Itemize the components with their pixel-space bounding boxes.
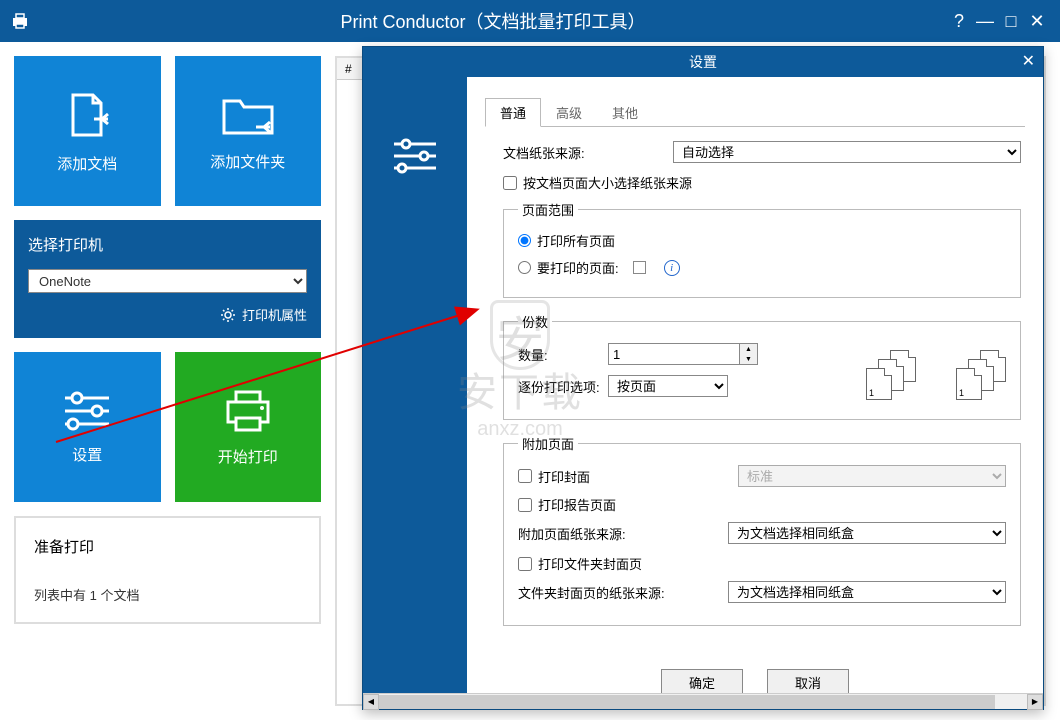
gear-icon [220, 307, 236, 323]
print-report-checkbox[interactable]: 打印报告页面 [518, 495, 1006, 514]
dialog-close-button[interactable]: ✕ [1022, 51, 1035, 71]
settings-tile[interactable]: 设置 [14, 352, 161, 502]
dialog-content: 普通 高级 其他 文档纸张来源: 自动选择 按文档页面大小选择纸张来源 页面范围 [467, 77, 1043, 709]
settings-dialog: 设置 ✕ 普通 高级 其他 文档纸张来源: 自动选择 [362, 46, 1044, 710]
status-subtitle: 列表中有 1 个文档 [34, 585, 301, 604]
printer-properties-link[interactable]: 打印机属性 [28, 305, 307, 324]
tab-general[interactable]: 普通 [485, 98, 541, 127]
app-title: Print Conductor（文档批量打印工具） [40, 8, 946, 34]
dialog-sidebar [363, 77, 467, 709]
collate-icon-1: 3 2 1 [866, 350, 916, 400]
folder-cover-source-label: 文件夹封面页的纸张来源: [518, 583, 728, 602]
printer-select[interactable]: OneNote [28, 269, 307, 293]
additional-source-select[interactable]: 为文档选择相同纸盒 [728, 522, 1006, 544]
tab-other[interactable]: 其他 [597, 98, 653, 127]
quantity-label: 数量: [518, 345, 608, 364]
page-range-fieldset: 页面范围 打印所有页面 要打印的页面: i [503, 200, 1021, 298]
print-folder-cover-checkbox[interactable]: 打印文件夹封面页 [518, 554, 1006, 573]
dialog-tabs: 普通 高级 其他 [485, 97, 1025, 127]
sliders-icon [61, 390, 113, 432]
document-icon [61, 89, 113, 141]
pages-to-print-radio[interactable]: 要打印的页面: i [518, 258, 1006, 277]
print-all-radio[interactable]: 打印所有页面 [518, 231, 1006, 250]
collate-icon-2: 3 2 1 [956, 350, 1006, 400]
folder-icon [220, 91, 276, 139]
paper-source-label: 文档纸张来源: [503, 143, 673, 162]
collate-preview: 3 2 1 3 2 1 [866, 350, 1006, 400]
scroll-right-button[interactable]: ▶ [1027, 694, 1043, 710]
info-icon[interactable]: i [664, 260, 680, 276]
cover-style-select: 标准 [738, 465, 1006, 487]
help-button[interactable]: ? [946, 8, 972, 34]
pages-input[interactable] [633, 261, 646, 274]
quantity-spinner[interactable]: ▲▼ [608, 343, 758, 365]
sliders-icon [392, 137, 438, 175]
additional-source-label: 附加页面纸张来源: [518, 524, 728, 543]
ok-button[interactable]: 确定 [661, 669, 743, 695]
dialog-title-bar: 设置 ✕ [363, 47, 1043, 77]
maximize-button[interactable]: □ [998, 8, 1024, 34]
printer-icon [10, 11, 30, 31]
dialog-hscrollbar[interactable]: ◀ ▶ [363, 693, 1043, 709]
spin-up[interactable]: ▲ [740, 344, 757, 354]
additional-legend: 附加页面 [518, 434, 578, 453]
printer-properties-label: 打印机属性 [242, 305, 307, 324]
scroll-thumb[interactable] [379, 695, 995, 709]
status-title: 准备打印 [34, 536, 301, 557]
close-button[interactable]: ✕ [1024, 8, 1050, 34]
print-cover-checkbox[interactable]: 打印封面 [518, 467, 718, 486]
scroll-left-button[interactable]: ◀ [363, 694, 379, 710]
select-by-pagesize-checkbox[interactable]: 按文档页面大小选择纸张来源 [503, 173, 1021, 192]
quantity-input[interactable] [609, 344, 739, 364]
printer-large-icon [222, 388, 274, 434]
add-document-tile[interactable]: 添加文档 [14, 56, 161, 206]
additional-pages-fieldset: 附加页面 打印封面 标准 打印报告页面 附加页面纸张来源: 为文档选择相同纸盒 [503, 434, 1021, 626]
paper-source-select[interactable]: 自动选择 [673, 141, 1021, 163]
minimize-button[interactable]: — [972, 8, 998, 34]
start-print-label: 开始打印 [218, 446, 278, 467]
add-folder-tile[interactable]: 添加文件夹 [175, 56, 322, 206]
collate-select[interactable]: 按页面 [608, 375, 728, 397]
status-panel: 准备打印 列表中有 1 个文档 [14, 516, 321, 624]
settings-label: 设置 [72, 444, 102, 465]
printer-panel-title: 选择打印机 [28, 234, 307, 255]
left-column: 添加文档 添加文件夹 选择打印机 OneNote 打印机属性 [0, 42, 335, 720]
folder-cover-source-select[interactable]: 为文档选择相同纸盒 [728, 581, 1006, 603]
spin-down[interactable]: ▼ [740, 354, 757, 364]
collate-label: 逐份打印选项: [518, 377, 608, 396]
titlebar: Print Conductor（文档批量打印工具） ? — □ ✕ [0, 0, 1060, 42]
add-document-label: 添加文档 [57, 153, 117, 174]
page-range-legend: 页面范围 [518, 200, 578, 219]
copies-legend: 份数 [518, 312, 552, 331]
add-folder-label: 添加文件夹 [210, 151, 285, 172]
dialog-title: 设置 [689, 52, 717, 72]
tab-advanced[interactable]: 高级 [541, 98, 597, 127]
cancel-button[interactable]: 取消 [767, 669, 849, 695]
copies-fieldset: 份数 数量: ▲▼ 逐份打印选项: [503, 312, 1021, 420]
start-print-tile[interactable]: 开始打印 [175, 352, 322, 502]
printer-panel: 选择打印机 OneNote 打印机属性 [14, 220, 321, 338]
